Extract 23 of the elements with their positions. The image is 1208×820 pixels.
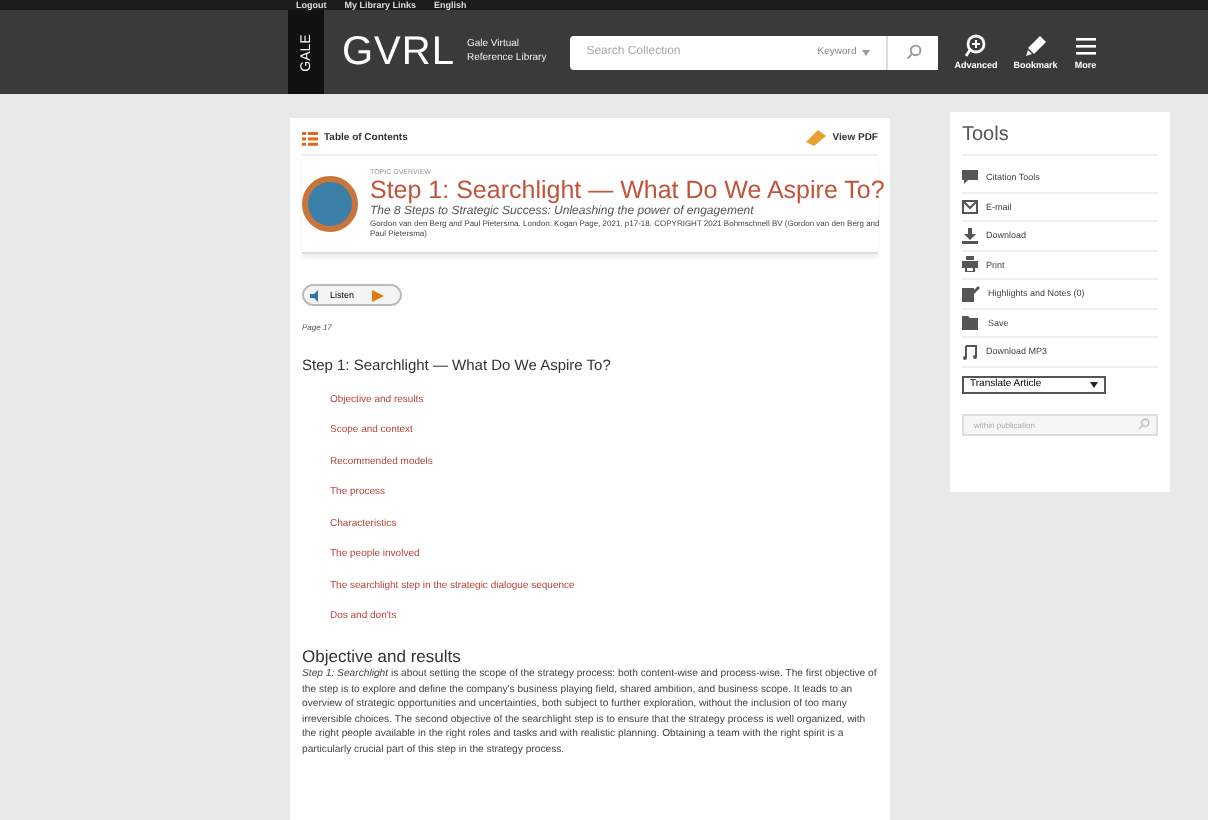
section-heading: Objective and results bbox=[302, 646, 463, 666]
tools-title: Tools bbox=[962, 124, 1158, 156]
article-title: Step 1: Searchlight — What Do We Aspire To? bbox=[370, 176, 885, 205]
pencil-note-icon bbox=[962, 285, 980, 302]
brand-name: GVRL bbox=[342, 29, 455, 75]
folder-icon bbox=[962, 315, 980, 330]
bookmark-icon bbox=[1023, 34, 1048, 58]
search-button[interactable] bbox=[886, 35, 939, 69]
zoom-icon bbox=[963, 34, 988, 58]
music-note-icon bbox=[962, 343, 978, 360]
download-icon bbox=[962, 227, 978, 244]
publication-logo bbox=[302, 176, 358, 232]
caret-icon bbox=[1090, 381, 1098, 387]
speaker-icon bbox=[310, 289, 324, 301]
envelope-icon bbox=[962, 199, 978, 214]
search-icon bbox=[1138, 418, 1150, 430]
printer-icon bbox=[962, 256, 978, 273]
speech-bubble-icon bbox=[962, 169, 978, 186]
caret-icon bbox=[862, 49, 871, 55]
menu-icon bbox=[1073, 34, 1098, 58]
play-icon bbox=[372, 289, 385, 301]
list-icon bbox=[302, 131, 318, 145]
search-icon bbox=[905, 44, 922, 60]
